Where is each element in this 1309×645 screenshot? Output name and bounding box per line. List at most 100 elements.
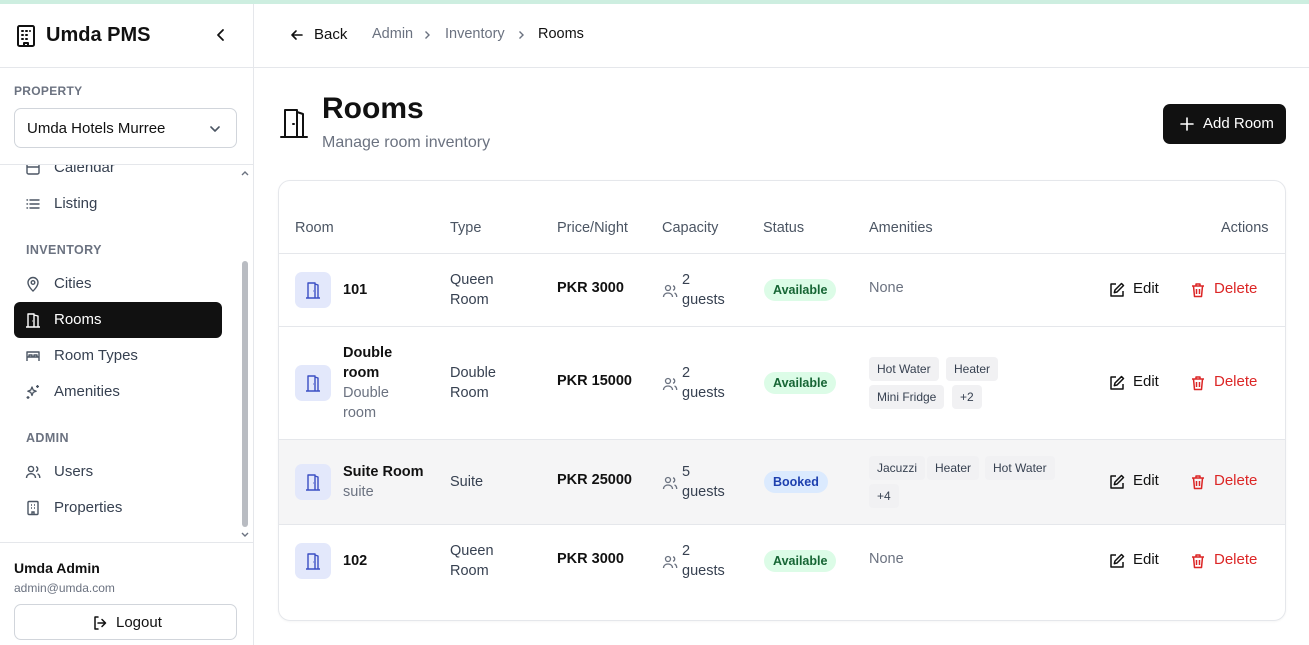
- delete-label: Delete: [1214, 551, 1258, 568]
- chevron-right-icon: [519, 31, 524, 39]
- room-icon: [295, 543, 331, 579]
- sidebar-item-calendar[interactable]: Calendar: [14, 165, 222, 186]
- status-badge: Available: [764, 279, 837, 301]
- scroll-up-icon[interactable]: [240, 168, 250, 178]
- sidebar-item-amenities[interactable]: Amenities: [14, 374, 222, 410]
- edit-label: Edit: [1133, 373, 1159, 390]
- trash-icon: [1192, 376, 1204, 391]
- edit-label: Edit: [1133, 551, 1159, 568]
- edit-label: Edit: [1133, 472, 1159, 489]
- delete-label: Delete: [1214, 280, 1258, 297]
- room-capacity: 2: [682, 272, 691, 288]
- amenity-tag: Mini Fridge: [869, 385, 945, 409]
- building-icon: [27, 500, 39, 516]
- room-type: Room: [450, 292, 489, 308]
- room-capacity-unit: guests: [682, 484, 725, 500]
- sidebar-item-listing[interactable]: Listing: [14, 186, 222, 222]
- status-badge: Available: [764, 372, 837, 394]
- room-description: Double: [343, 385, 389, 401]
- sidebar-item-label: Room Types: [54, 347, 138, 364]
- sidebar-item-label: Cities: [54, 275, 92, 292]
- sidebar-item-room-types[interactable]: Room Types: [14, 338, 222, 374]
- sidebar-scrollbar[interactable]: [238, 165, 250, 542]
- trash-icon: [1192, 475, 1204, 490]
- column-header-room: Room: [295, 220, 334, 236]
- amenity-more-tag: +4: [869, 484, 899, 508]
- edit-icon: [1110, 474, 1125, 489]
- sidebar-item-users[interactable]: Users: [14, 454, 222, 490]
- rooms-table: Room Type Price/Night Capacity Status Am…: [278, 180, 1286, 621]
- sparkles-icon: [26, 385, 39, 399]
- breadcrumb-admin[interactable]: Admin: [372, 26, 413, 42]
- amenity-more-tag: +2: [952, 385, 982, 409]
- room-price: PKR 25000: [557, 472, 632, 488]
- table-row: 101 Queen Room PKR 3000 2 guests Availab…: [279, 253, 1285, 326]
- room-capacity-unit: guests: [682, 385, 725, 401]
- room-name: Double: [343, 345, 393, 361]
- status-badge: Available: [764, 550, 837, 572]
- sidebar-item-rooms[interactable]: Rooms: [14, 302, 222, 338]
- table-row: 102 Queen Room PKR 3000 2 guests Availab…: [279, 524, 1285, 597]
- breadcrumb-current: Rooms: [538, 26, 584, 42]
- section-admin: ADMIN: [26, 431, 69, 445]
- scrollbar-thumb[interactable]: [242, 261, 248, 527]
- room-capacity: 2: [682, 365, 691, 381]
- sidebar-item-label: Listing: [54, 195, 98, 212]
- users-icon: [25, 465, 41, 479]
- delete-button[interactable]: Delete: [1190, 280, 1260, 300]
- delete-button[interactable]: Delete: [1190, 551, 1260, 571]
- edit-button[interactable]: Edit: [1109, 551, 1161, 571]
- room-icon: [295, 365, 331, 401]
- amenities-none: None: [869, 280, 904, 296]
- room-capacity-unit: guests: [682, 292, 725, 308]
- sidebar-item-cities[interactable]: Cities: [14, 266, 222, 302]
- chevron-right-icon: [425, 31, 430, 39]
- logout-button[interactable]: Logout: [14, 604, 237, 640]
- app-title: Umda PMS: [46, 24, 151, 46]
- delete-button[interactable]: Delete: [1190, 373, 1260, 393]
- amenity-tag: Jacuzzi: [869, 456, 926, 480]
- edit-label: Edit: [1133, 280, 1159, 297]
- room-type: Queen: [450, 543, 494, 559]
- sidebar-footer: Umda Admin admin@umda.com Logout: [0, 542, 253, 645]
- chevron-down-icon: [210, 126, 220, 132]
- amenity-tag: Heater: [946, 357, 999, 381]
- amenity-tag: Hot Water: [869, 357, 939, 381]
- column-header-actions: Actions: [1221, 220, 1269, 236]
- page-subtitle: Manage room inventory: [322, 134, 491, 151]
- edit-button[interactable]: Edit: [1109, 472, 1161, 492]
- section-inventory: INVENTORY: [26, 243, 102, 257]
- property-select[interactable]: Umda Hotels Murree: [14, 108, 237, 148]
- list-icon: [26, 199, 40, 209]
- edit-button[interactable]: Edit: [1109, 280, 1161, 300]
- room-name: 102: [343, 553, 368, 569]
- edit-icon: [1110, 375, 1125, 390]
- add-room-button[interactable]: Add Room: [1163, 104, 1286, 144]
- delete-button[interactable]: Delete: [1190, 472, 1260, 492]
- back-label: Back: [314, 26, 348, 43]
- sidebar-item-properties[interactable]: Properties: [14, 490, 222, 526]
- room-type: Room: [450, 563, 489, 579]
- trash-icon: [1192, 283, 1204, 298]
- edit-icon: [1110, 282, 1125, 297]
- sidebar-item-label: Amenities: [54, 383, 120, 400]
- trash-icon: [1192, 554, 1204, 569]
- arrow-left-icon: [291, 30, 303, 40]
- logout-label: Logout: [116, 614, 162, 631]
- room-capacity: 2: [682, 543, 691, 559]
- users-icon: [662, 377, 678, 391]
- edit-button[interactable]: Edit: [1109, 373, 1161, 393]
- edit-icon: [1110, 553, 1125, 568]
- table-row: Suite Room suite Suite PKR 25000 5 guest…: [279, 439, 1285, 524]
- chevron-left-icon[interactable]: [213, 27, 229, 43]
- room-type: Room: [450, 385, 489, 401]
- room-price: PKR 15000: [557, 373, 632, 389]
- breadcrumb-inventory[interactable]: Inventory: [445, 26, 505, 42]
- room-capacity: 5: [682, 464, 691, 480]
- column-header-capacity: Capacity: [662, 220, 719, 236]
- scroll-down-icon[interactable]: [240, 530, 250, 540]
- property-label: PROPERTY: [14, 84, 83, 98]
- sidebar-nav: Calendar Listing INVENTORY Cities Rooms …: [0, 164, 253, 542]
- users-icon: [662, 284, 678, 298]
- room-icon: [295, 272, 331, 308]
